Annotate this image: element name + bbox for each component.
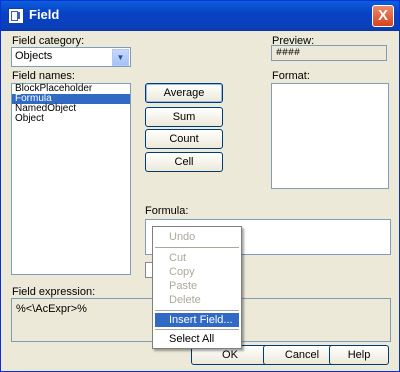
format-list[interactable] bbox=[271, 83, 389, 189]
help-button[interactable]: Help bbox=[329, 345, 389, 365]
chevron-down-icon[interactable]: ▼ bbox=[112, 49, 129, 66]
close-button[interactable]: X bbox=[372, 5, 394, 27]
field-category-select[interactable]: Objects ▼ bbox=[11, 47, 131, 67]
field-expression-value: %<\AcExpr>% bbox=[16, 303, 87, 315]
title-bar: Field X bbox=[1, 1, 399, 31]
list-item[interactable]: Object bbox=[12, 114, 130, 124]
field-category-value: Objects bbox=[15, 50, 53, 62]
format-label: Format: bbox=[272, 70, 310, 82]
field-names-list[interactable]: BlockPlaceholder Formula NamedObject Obj… bbox=[11, 83, 131, 275]
menu-separator bbox=[155, 310, 239, 311]
preview-field: #### bbox=[271, 45, 387, 61]
menu-item-copy[interactable]: Copy bbox=[155, 265, 239, 279]
field-category-label: Field category: bbox=[12, 35, 85, 47]
menu-item-cut[interactable]: Cut bbox=[155, 251, 239, 265]
menu-item-paste[interactable]: Paste bbox=[155, 279, 239, 293]
menu-item-insert-field[interactable]: Insert Field... bbox=[155, 313, 239, 327]
cell-button[interactable]: Cell bbox=[145, 152, 223, 172]
sum-button[interactable]: Sum bbox=[145, 107, 223, 127]
field-dialog: Field X Field category: Objects ▼ Field … bbox=[0, 0, 400, 372]
context-menu: Undo Cut Copy Paste Delete Insert Field.… bbox=[152, 226, 242, 349]
menu-item-select-all[interactable]: Select All bbox=[155, 332, 239, 346]
dialog-title: Field bbox=[29, 7, 60, 22]
count-button[interactable]: Count bbox=[145, 129, 223, 149]
menu-item-undo[interactable]: Undo bbox=[155, 230, 239, 244]
menu-item-delete[interactable]: Delete bbox=[155, 293, 239, 307]
field-names-label: Field names: bbox=[12, 70, 75, 82]
field-expression-label: Field expression: bbox=[12, 286, 96, 298]
field-app-icon bbox=[8, 8, 24, 24]
menu-separator bbox=[155, 329, 239, 330]
average-button[interactable]: Average bbox=[145, 83, 223, 103]
menu-separator bbox=[155, 247, 239, 248]
formula-label: Formula: bbox=[145, 205, 189, 217]
